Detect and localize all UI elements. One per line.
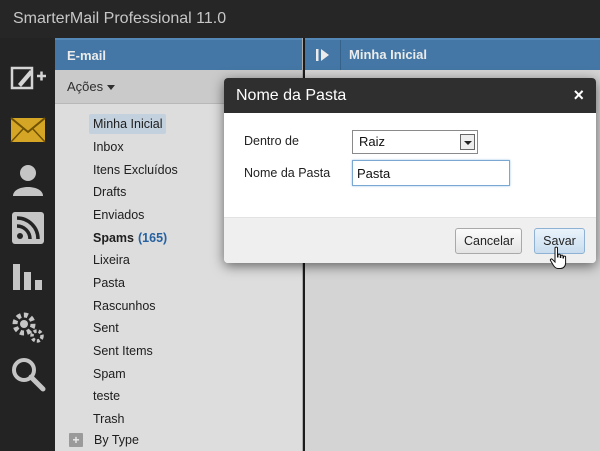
dialog-body: Dentro de Raiz Nome da Pasta	[224, 113, 596, 217]
parent-folder-value: Raiz	[359, 134, 386, 149]
dialog-header: Nome da Pasta ×	[224, 78, 596, 113]
hand-cursor-icon	[549, 246, 567, 269]
dialog-title: Nome da Pasta	[236, 87, 347, 104]
parent-folder-select[interactable]: Raiz	[352, 130, 478, 154]
folder-name-input[interactable]	[352, 160, 510, 186]
dialog-footer: Cancelar Savar	[224, 217, 596, 263]
parent-folder-label: Dentro de	[244, 134, 299, 148]
chevron-down-icon	[460, 134, 475, 150]
cancel-button[interactable]: Cancelar	[455, 228, 522, 254]
new-folder-dialog: Nome da Pasta × Dentro de Raiz Nome da P…	[224, 78, 596, 263]
close-icon[interactable]: ×	[573, 78, 584, 113]
folder-name-label: Nome da Pasta	[244, 166, 331, 180]
